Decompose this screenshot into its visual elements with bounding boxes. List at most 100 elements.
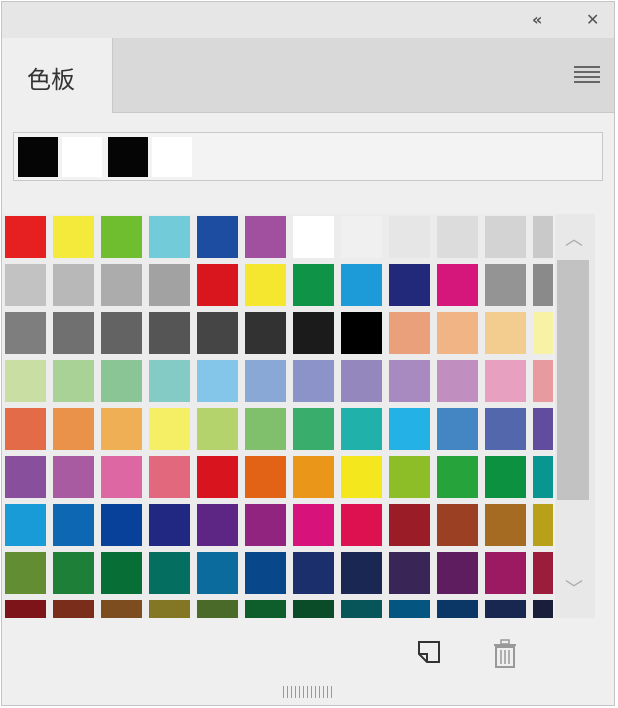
color-swatch[interactable] <box>389 456 430 498</box>
color-swatch[interactable] <box>341 360 382 402</box>
color-swatch[interactable] <box>245 552 286 594</box>
color-swatch[interactable] <box>53 216 94 258</box>
color-swatch[interactable] <box>485 456 526 498</box>
color-swatch[interactable] <box>533 408 553 450</box>
color-swatch[interactable] <box>389 600 430 618</box>
color-swatch[interactable] <box>341 552 382 594</box>
color-swatch[interactable] <box>5 600 46 618</box>
color-swatch[interactable] <box>149 408 190 450</box>
color-swatch[interactable] <box>5 264 46 306</box>
color-swatch[interactable] <box>197 360 238 402</box>
color-swatch[interactable] <box>389 360 430 402</box>
color-swatch[interactable] <box>149 456 190 498</box>
color-swatch[interactable] <box>149 312 190 354</box>
recent-color-swatch[interactable] <box>152 137 192 177</box>
color-swatch[interactable] <box>293 600 334 618</box>
color-swatch[interactable] <box>101 600 142 618</box>
color-swatch[interactable] <box>245 408 286 450</box>
color-swatch[interactable] <box>53 264 94 306</box>
color-swatch[interactable] <box>149 360 190 402</box>
color-swatch[interactable] <box>341 456 382 498</box>
color-swatch[interactable] <box>533 600 553 618</box>
color-swatch[interactable] <box>437 504 478 546</box>
color-swatch[interactable] <box>293 504 334 546</box>
tab-swatches[interactable]: 色板 <box>2 38 113 113</box>
color-swatch[interactable] <box>197 552 238 594</box>
color-swatch[interactable] <box>485 360 526 402</box>
color-swatch[interactable] <box>101 408 142 450</box>
color-swatch[interactable] <box>533 264 553 306</box>
color-swatch[interactable] <box>341 216 382 258</box>
color-swatch[interactable] <box>245 600 286 618</box>
color-swatch[interactable] <box>485 408 526 450</box>
color-swatch[interactable] <box>197 504 238 546</box>
color-swatch[interactable] <box>101 264 142 306</box>
color-swatch[interactable] <box>245 360 286 402</box>
color-swatch[interactable] <box>293 552 334 594</box>
color-swatch[interactable] <box>53 360 94 402</box>
color-swatch[interactable] <box>293 216 334 258</box>
color-swatch[interactable] <box>485 504 526 546</box>
scrollbar-thumb[interactable] <box>557 260 589 500</box>
color-swatch[interactable] <box>533 456 553 498</box>
color-swatch[interactable] <box>197 408 238 450</box>
scroll-up-icon[interactable]: ︿ <box>565 230 583 250</box>
color-swatch[interactable] <box>437 216 478 258</box>
color-swatch[interactable] <box>533 312 553 354</box>
color-swatch[interactable] <box>149 504 190 546</box>
color-swatch[interactable] <box>533 216 553 258</box>
color-swatch[interactable] <box>53 504 94 546</box>
color-swatch[interactable] <box>101 216 142 258</box>
color-swatch[interactable] <box>389 552 430 594</box>
color-swatch[interactable] <box>437 408 478 450</box>
color-swatch[interactable] <box>485 552 526 594</box>
color-swatch[interactable] <box>149 216 190 258</box>
color-swatch[interactable] <box>101 312 142 354</box>
color-swatch[interactable] <box>485 264 526 306</box>
delete-swatch-icon[interactable] <box>490 637 520 669</box>
recent-color-swatch[interactable] <box>62 137 102 177</box>
color-swatch[interactable] <box>389 264 430 306</box>
resize-grip[interactable] <box>283 686 333 698</box>
color-swatch[interactable] <box>293 312 334 354</box>
color-swatch[interactable] <box>293 360 334 402</box>
color-swatch[interactable] <box>485 600 526 618</box>
color-swatch[interactable] <box>53 408 94 450</box>
color-swatch[interactable] <box>245 216 286 258</box>
color-swatch[interactable] <box>149 552 190 594</box>
color-swatch[interactable] <box>533 504 553 546</box>
collapse-icon[interactable]: « <box>532 10 542 30</box>
color-swatch[interactable] <box>341 600 382 618</box>
color-swatch[interactable] <box>389 408 430 450</box>
color-swatch[interactable] <box>533 552 553 594</box>
color-swatch[interactable] <box>5 360 46 402</box>
color-swatch[interactable] <box>53 456 94 498</box>
color-swatch[interactable] <box>389 216 430 258</box>
close-icon[interactable]: ✕ <box>586 10 599 30</box>
color-swatch[interactable] <box>5 408 46 450</box>
color-swatch[interactable] <box>245 312 286 354</box>
color-swatch[interactable] <box>53 312 94 354</box>
swatch-scrollbar[interactable]: ︿ ﹀ <box>555 214 595 618</box>
color-swatch[interactable] <box>101 360 142 402</box>
color-swatch[interactable] <box>245 264 286 306</box>
panel-menu-icon[interactable] <box>574 66 600 83</box>
color-swatch[interactable] <box>245 504 286 546</box>
color-swatch[interactable] <box>341 504 382 546</box>
color-swatch[interactable] <box>101 504 142 546</box>
color-swatch[interactable] <box>197 264 238 306</box>
scroll-down-icon[interactable]: ﹀ <box>565 580 583 600</box>
color-swatch[interactable] <box>53 600 94 618</box>
color-swatch[interactable] <box>149 264 190 306</box>
color-swatch[interactable] <box>533 360 553 402</box>
new-swatch-icon[interactable] <box>415 638 445 668</box>
color-swatch[interactable] <box>389 312 430 354</box>
color-swatch[interactable] <box>341 264 382 306</box>
color-swatch[interactable] <box>5 216 46 258</box>
color-swatch[interactable] <box>341 408 382 450</box>
color-swatch[interactable] <box>197 312 238 354</box>
color-swatch[interactable] <box>5 552 46 594</box>
color-swatch[interactable] <box>5 456 46 498</box>
color-swatch[interactable] <box>197 456 238 498</box>
color-swatch[interactable] <box>437 264 478 306</box>
